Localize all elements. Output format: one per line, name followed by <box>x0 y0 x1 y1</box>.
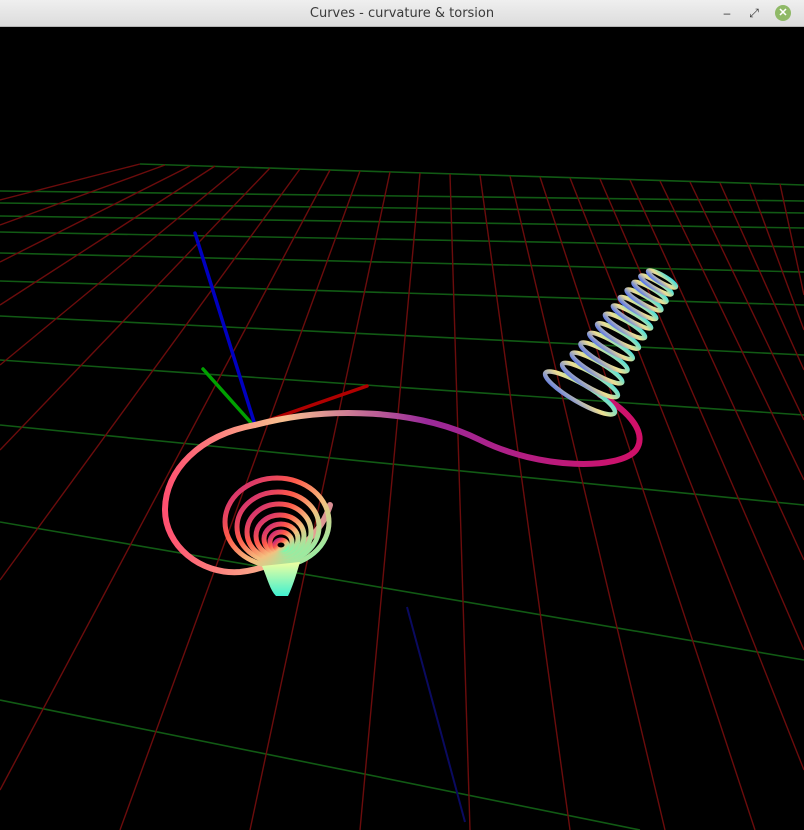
curve-cone-tail <box>262 562 300 596</box>
minimize-icon[interactable]: – <box>719 5 735 21</box>
maximize-icon[interactable]: ⤢ <box>746 5 762 21</box>
grid-green-lines <box>0 163 804 830</box>
scene-canvas[interactable] <box>0 27 804 830</box>
z-axis-negative <box>406 606 466 823</box>
window-title: Curves - curvature & torsion <box>309 6 495 21</box>
grid-red-lines <box>0 163 804 830</box>
3d-viewport[interactable] <box>0 27 804 830</box>
title-bar[interactable]: Curves - curvature & torsion – ⤢ ✕ <box>0 0 804 27</box>
app-window: Curves - curvature & torsion – ⤢ ✕ <box>0 0 804 830</box>
curve-conical-spiral <box>222 475 332 569</box>
close-icon[interactable]: ✕ <box>775 5 791 21</box>
